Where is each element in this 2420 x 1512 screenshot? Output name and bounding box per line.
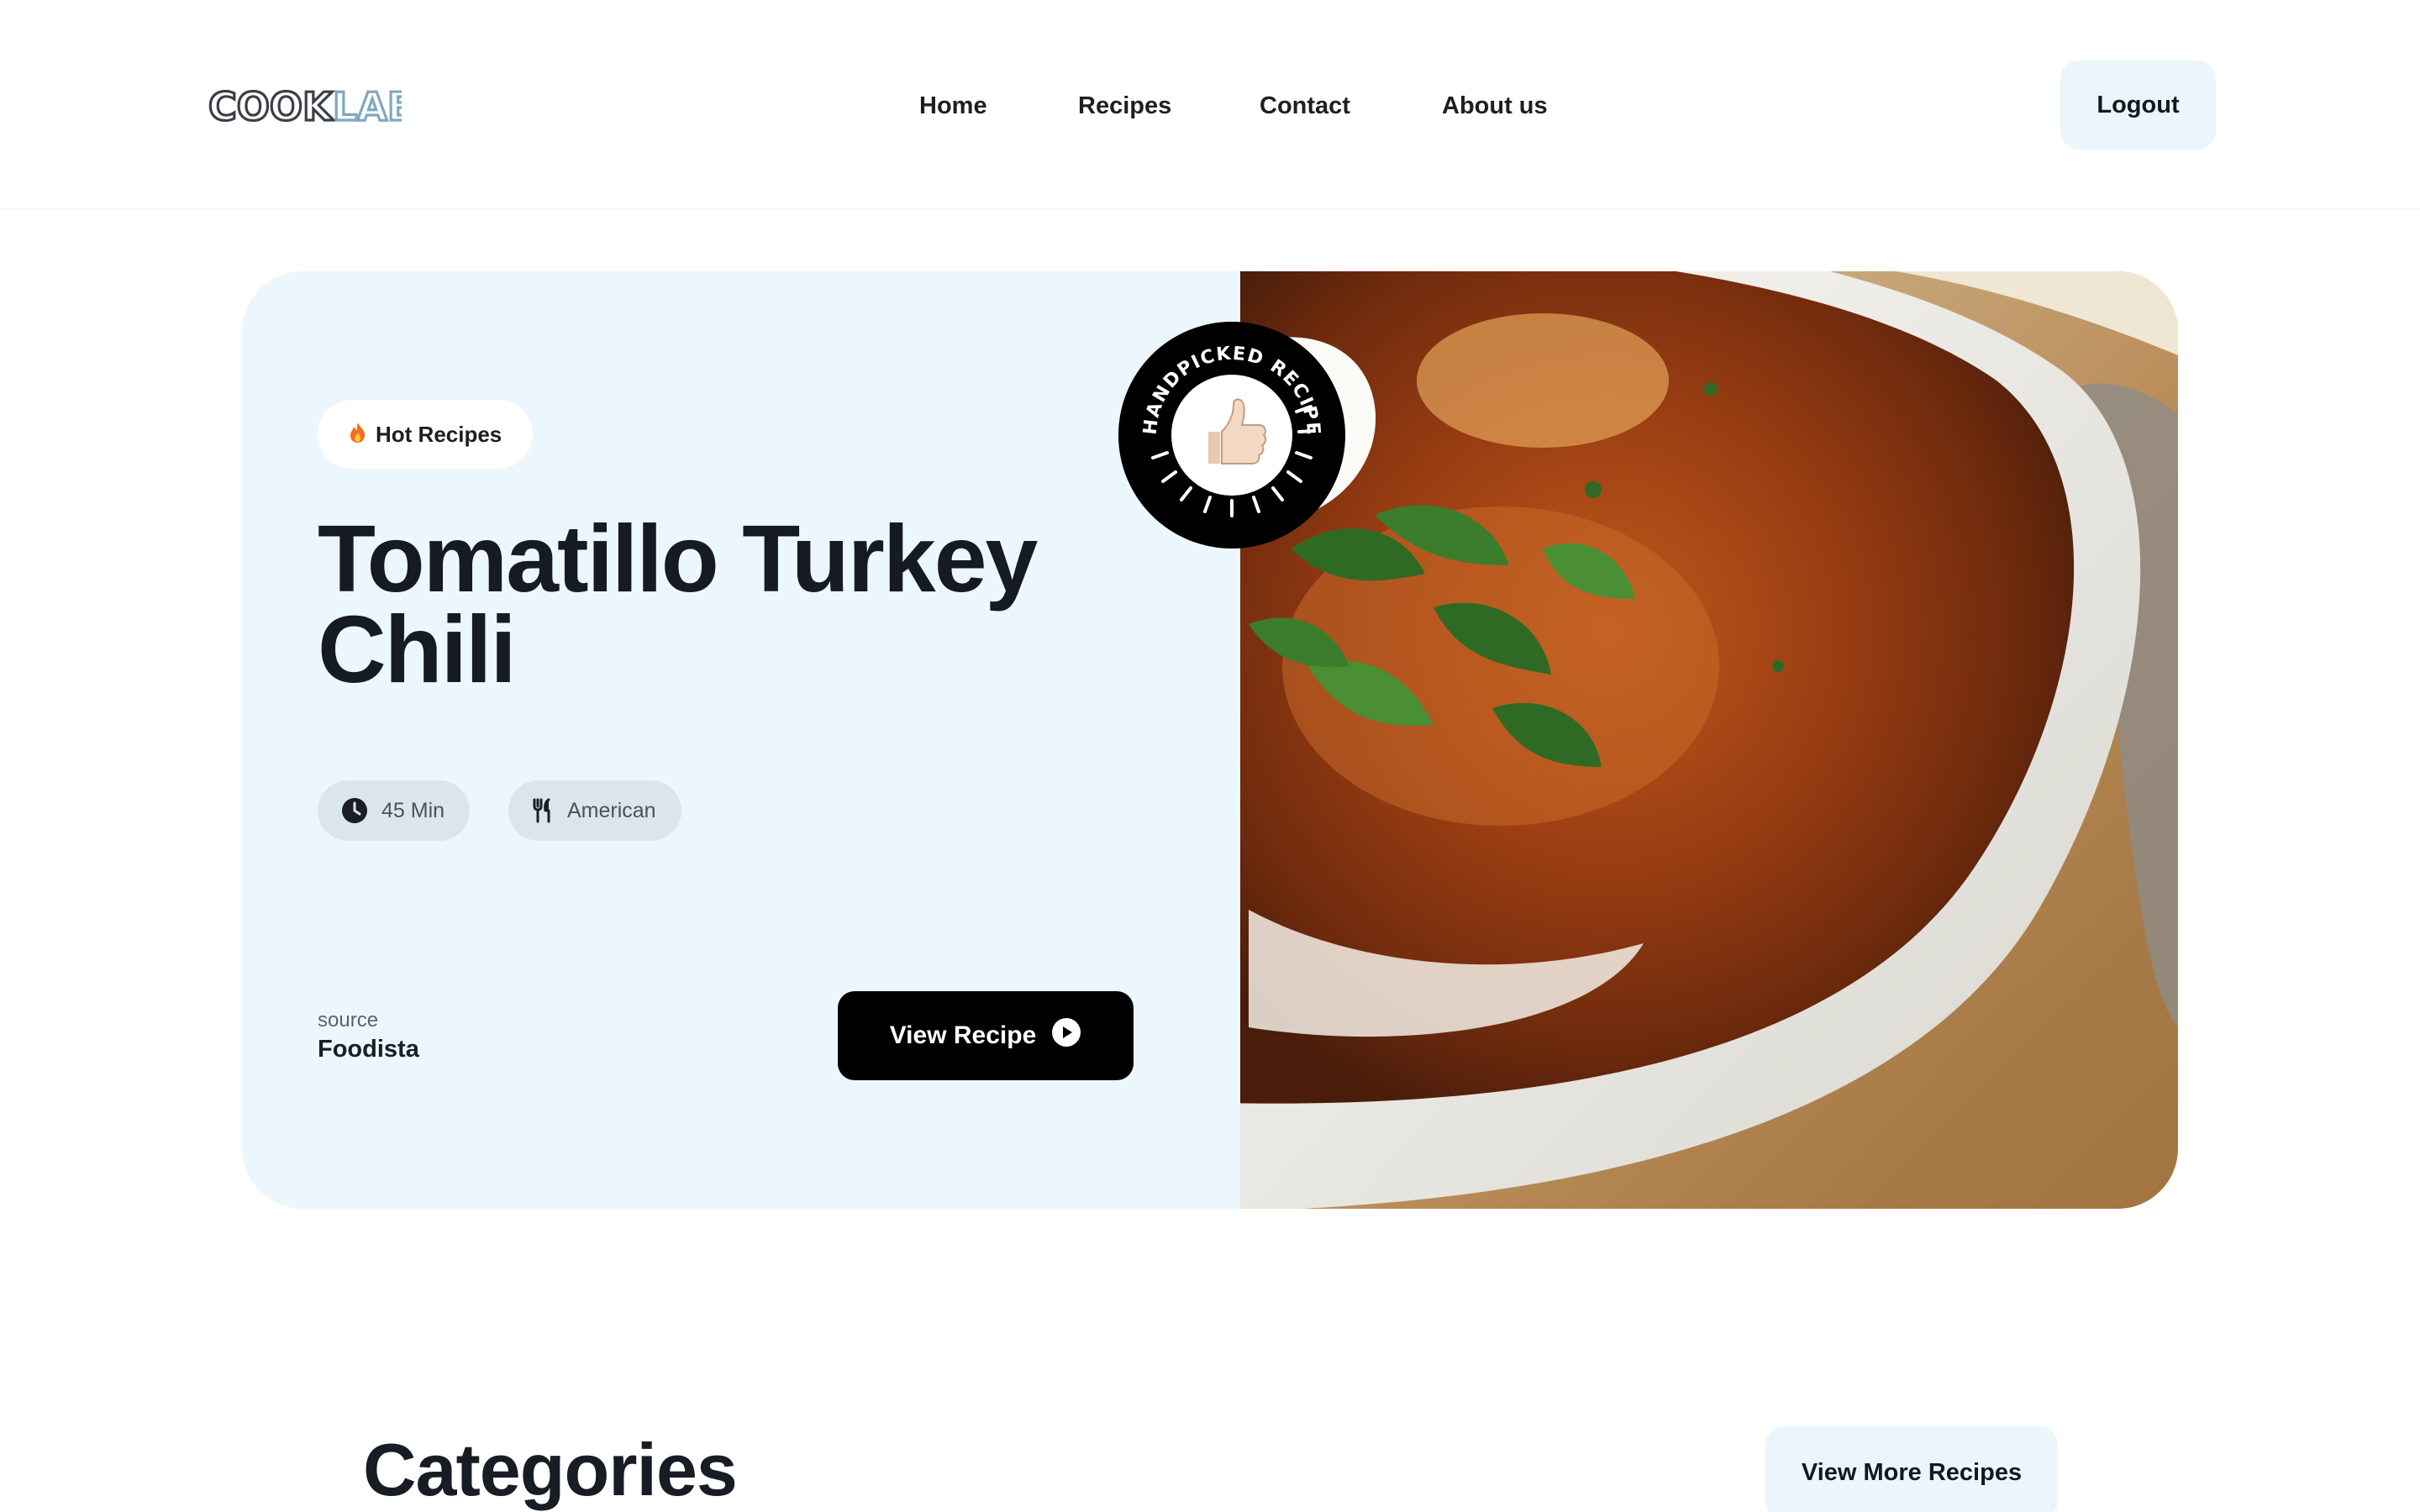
- view-recipe-button[interactable]: View Recipe: [838, 991, 1134, 1080]
- recipe-image: [1240, 271, 2178, 1209]
- chili-bowl-image: [1240, 271, 2178, 1209]
- nav-contact[interactable]: Contact: [1260, 84, 1350, 128]
- categories-heading: Categories: [363, 1428, 738, 1511]
- site-header: COOK LAB Home Recipes Contact About us L…: [0, 0, 2420, 210]
- handpicked-recipes-seal: HANDPICKED RECIPES: [1118, 321, 1346, 549]
- view-more-recipes-button[interactable]: View More Recipes: [1765, 1426, 2058, 1512]
- cuisine-label: American: [567, 798, 656, 822]
- view-recipe-label: View Recipe: [889, 1021, 1037, 1049]
- featured-recipe-card: Hot Recipes Tomatillo Turkey Chili 45 Mi…: [242, 271, 2178, 1209]
- logout-button[interactable]: Logout: [2060, 60, 2216, 150]
- cuisine-pill: American: [508, 780, 681, 841]
- fire-icon: [349, 422, 367, 448]
- featured-recipe-info: Hot Recipes Tomatillo Turkey Chili 45 Mi…: [242, 271, 1240, 1209]
- source-label: source: [318, 1009, 379, 1032]
- nav-about-us[interactable]: About us: [1442, 84, 1548, 128]
- clock-icon: [341, 797, 368, 824]
- main-nav: Home Recipes Contact About us: [0, 84, 2420, 128]
- play-circle-icon: [1051, 1017, 1081, 1054]
- cook-time-label: 45 Min: [381, 798, 445, 822]
- hot-recipes-label: Hot Recipes: [376, 421, 502, 447]
- hot-recipes-badge: Hot Recipes: [318, 400, 534, 469]
- fork-knife-icon: [532, 798, 554, 823]
- nav-recipes[interactable]: Recipes: [1078, 84, 1171, 128]
- cook-time-pill: 45 Min: [318, 780, 471, 841]
- nav-home[interactable]: Home: [919, 84, 987, 128]
- recipe-title: Tomatillo Turkey Chili: [318, 506, 1038, 702]
- source-value[interactable]: Foodista: [318, 1036, 419, 1063]
